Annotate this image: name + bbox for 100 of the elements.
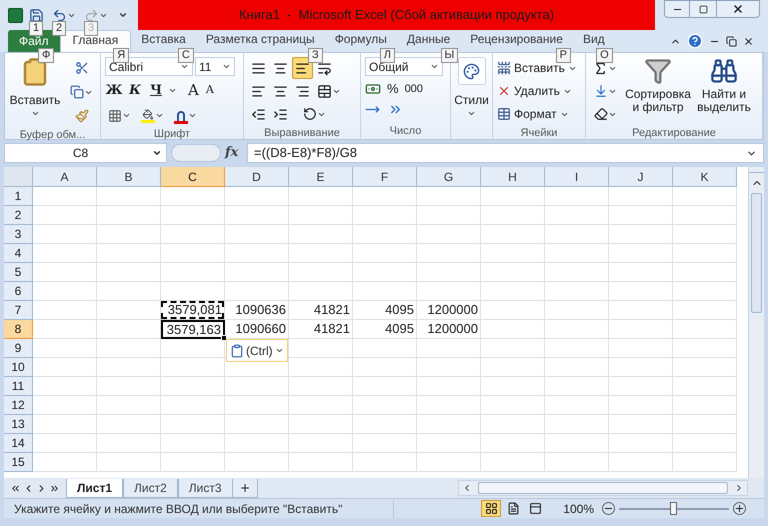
empty-cell (353, 453, 417, 472)
empty-cell (481, 206, 545, 225)
column-header[interactable]: E (289, 167, 353, 187)
empty-cell (481, 434, 545, 453)
empty-cell (481, 453, 545, 472)
zoom-in-icon[interactable] (733, 502, 746, 515)
keytip-tooltip: Я (113, 48, 130, 63)
empty-cell (97, 206, 161, 225)
first-sheet-icon[interactable] (10, 482, 21, 494)
row-header[interactable]: 3 (4, 225, 33, 244)
percent-button[interactable]: % (387, 79, 399, 98)
row-header[interactable]: 5 (4, 263, 33, 282)
column-header[interactable]: D (225, 167, 289, 187)
empty-cell (609, 225, 673, 244)
empty-cell (673, 187, 737, 206)
keytip-tooltip: Ф (38, 48, 54, 63)
font-name-field[interactable]: Calibri (105, 57, 193, 76)
customize-caret-icon[interactable] (118, 10, 128, 20)
formula-bar-handle[interactable] (171, 144, 221, 162)
caret-icon (188, 111, 197, 120)
wrap-text-icon (317, 60, 332, 76)
view-button[interactable] (481, 500, 502, 517)
grow-font-button[interactable]: A (188, 79, 199, 102)
new-sheet-button[interactable] (232, 478, 258, 498)
page-break-icon (528, 502, 542, 515)
row-header[interactable]: 8 (4, 320, 33, 339)
column-header[interactable]: I (545, 167, 609, 187)
empty-cell (417, 434, 481, 453)
scissors-icon (74, 61, 88, 75)
zoom-level[interactable]: 100% (563, 500, 594, 518)
empty-cell (609, 301, 673, 320)
row-header[interactable]: 11 (4, 377, 33, 396)
column-header[interactable]: C (161, 167, 225, 187)
last-sheet-icon[interactable] (49, 482, 60, 494)
close-workbook-icon[interactable] (743, 36, 754, 46)
empty-cell (545, 206, 609, 225)
empty-cell (673, 225, 737, 244)
binoculars-icon (710, 57, 738, 85)
row-header[interactable]: 6 (4, 282, 33, 301)
help-icon[interactable] (687, 33, 703, 49)
italic-button[interactable]: К (126, 80, 144, 100)
row-header[interactable]: 9 (4, 339, 33, 358)
row-header[interactable]: 10 (4, 358, 33, 377)
close-button[interactable] (716, 0, 760, 18)
empty-cell (289, 263, 353, 282)
column-header[interactable]: K (673, 167, 737, 187)
empty-cell (353, 244, 417, 263)
horizontal-scrollbar[interactable] (458, 480, 748, 496)
font-size-field[interactable]: 11 (195, 57, 235, 76)
sort-filter-button[interactable]: Сортировка и фильтр (622, 57, 694, 125)
zoom-out-icon[interactable] (602, 502, 615, 515)
align-top-icon (251, 60, 266, 76)
name-box[interactable]: C8 (4, 143, 167, 163)
number-format-field[interactable]: Общий (365, 57, 443, 76)
column-header[interactable]: A (33, 167, 97, 187)
maximize-button[interactable] (690, 0, 716, 18)
empty-cell (545, 339, 609, 358)
row-header[interactable]: 4 (4, 244, 33, 263)
column-header[interactable]: G (417, 167, 481, 187)
formula-field[interactable]: =((D8-E8)*F8)/G8 (247, 143, 764, 163)
cells-menu-button[interactable]: Удалить (497, 80, 577, 102)
fill-handle[interactable] (221, 335, 227, 341)
column-header[interactable]: H (481, 167, 545, 187)
paste-options-button[interactable]: (Ctrl) (226, 339, 288, 362)
row-header[interactable]: 12 (4, 396, 33, 415)
normal-view-icon (484, 502, 498, 515)
status-message: Укажите ячейку и нажмите ВВОД или выберите "Вставить" (4, 500, 394, 518)
find-select-button[interactable]: Найти и выделить (694, 57, 754, 125)
bold-button[interactable]: Ж (105, 80, 123, 100)
empty-cell (481, 396, 545, 415)
empty-cell (609, 244, 673, 263)
underline-button[interactable]: Ч (147, 80, 165, 100)
cells-menu-button[interactable]: Формат (497, 103, 577, 125)
zoom-slider-thumb[interactable] (670, 502, 677, 514)
sheet-tab[interactable]: Лист3 (178, 478, 233, 498)
column-header[interactable]: F (353, 167, 417, 187)
column-header[interactable]: J (609, 167, 673, 187)
empty-cell (609, 263, 673, 282)
sheet-tab[interactable]: Лист1 (66, 478, 124, 498)
row-header[interactable]: 14 (4, 434, 33, 453)
row-header[interactable]: 13 (4, 415, 33, 434)
scrollbar-thumb[interactable] (751, 193, 762, 313)
table-cell: 41821 (289, 320, 353, 339)
align-middle-icon (273, 60, 288, 76)
delete-cells-icon (497, 84, 511, 98)
keytip-tooltip: О (596, 48, 613, 63)
new-sheet-icon (238, 482, 251, 494)
restore-workbook-icon[interactable] (726, 36, 737, 46)
vertical-align-button[interactable] (292, 57, 313, 79)
sheet-tab[interactable]: Лист2 (123, 478, 178, 498)
row-header[interactable]: 2 (4, 206, 33, 225)
function-label[interactable]: fx (225, 143, 243, 163)
empty-cell (97, 358, 161, 377)
row-header[interactable]: 1 (4, 187, 33, 206)
shrink-font-button[interactable]: A (206, 82, 214, 98)
thousands-button[interactable]: 000 (404, 80, 423, 97)
row-header[interactable]: 15 (4, 453, 33, 472)
column-header[interactable]: B (97, 167, 161, 187)
row-header[interactable]: 7 (4, 301, 33, 320)
empty-cell (609, 187, 673, 206)
